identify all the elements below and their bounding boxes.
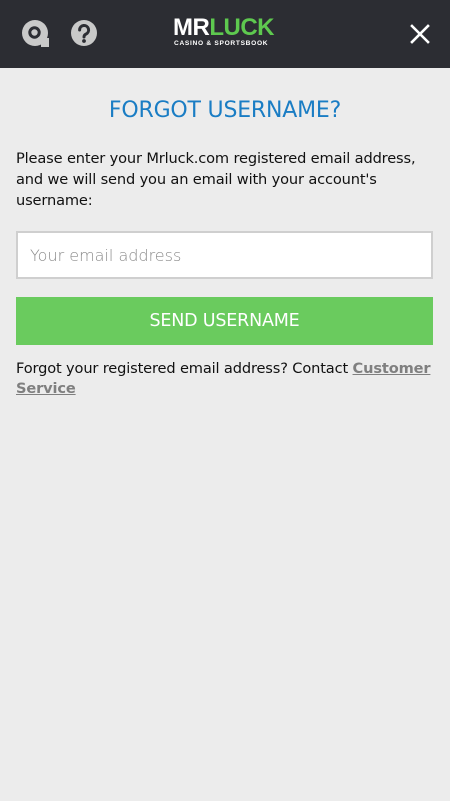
close-icon[interactable] xyxy=(406,20,434,48)
top-header: MRLUCK CASINO & SPORTSBOOK xyxy=(0,0,450,68)
logo-luck-text: LUCK xyxy=(209,14,274,41)
logo-mr-text: MR xyxy=(173,14,210,41)
support-chat-icon[interactable] xyxy=(20,19,50,49)
brand-logo[interactable]: MRLUCK CASINO & SPORTSBOOK xyxy=(173,14,277,49)
logo-tagline: CASINO & SPORTSBOOK xyxy=(174,40,269,47)
send-username-button[interactable]: SEND USERNAME xyxy=(16,297,433,345)
contact-text-block: Forgot your registered email address? Co… xyxy=(16,359,434,399)
forgot-username-form: FORGOT USERNAME? Please enter your Mrluc… xyxy=(16,68,434,399)
help-icon[interactable] xyxy=(69,19,99,49)
email-input[interactable] xyxy=(16,231,433,279)
instructions-text: Please enter your Mrluck.com registered … xyxy=(16,150,416,209)
page-title: FORGOT USERNAME? xyxy=(108,98,342,123)
contact-text: Forgot your registered email address? Co… xyxy=(16,360,353,377)
